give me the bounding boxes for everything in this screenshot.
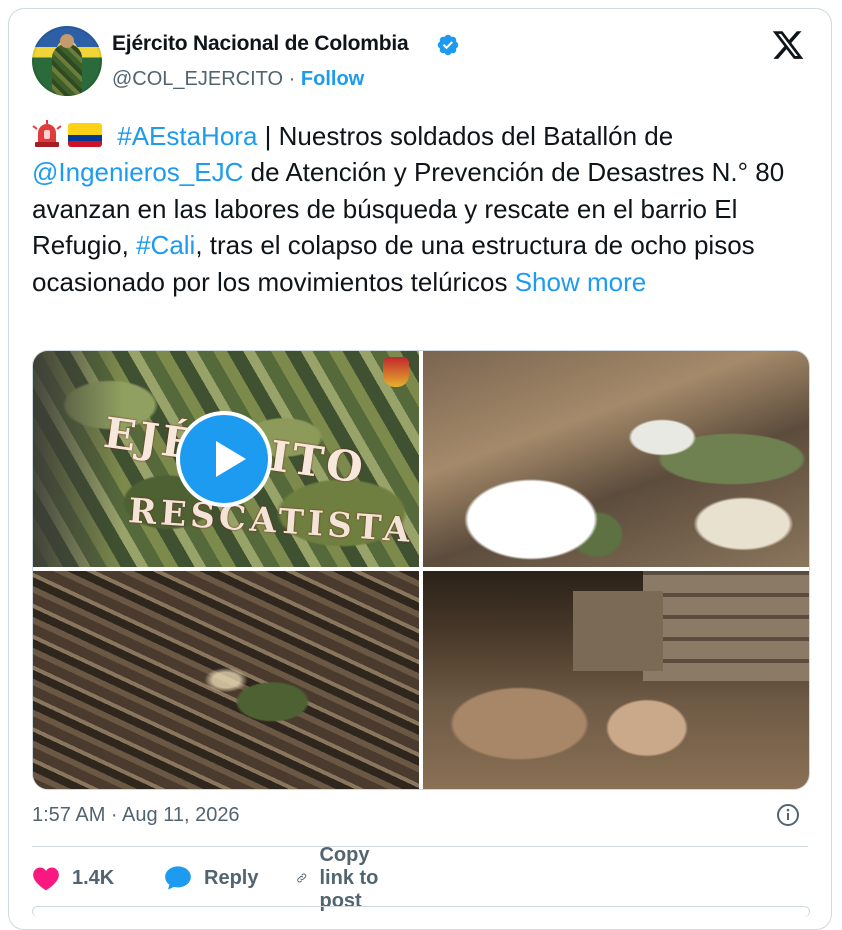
author-handle[interactable]: @COL_EJERCITO <box>112 68 283 90</box>
verified-badge-icon <box>437 34 459 56</box>
tweet-link[interactable]: #AEstaHora <box>117 121 257 151</box>
tweet-text: #AEstaHora | Nuestros soldados del Batal… <box>32 118 812 300</box>
tweet-timestamp[interactable]: 1:57 AM · Aug 11, 2026 <box>32 804 240 827</box>
heart-icon <box>33 867 59 891</box>
media-photo-3[interactable] <box>33 571 419 789</box>
separator-dot: · <box>288 68 296 90</box>
follow-button[interactable]: Follow <box>301 68 364 90</box>
copy-link-label: Copy link to post <box>319 843 379 912</box>
author-name[interactable]: Ejército Nacional de Colombia <box>112 32 409 56</box>
tweet-text-segment: | Nuestros soldados del Batallón de <box>257 121 674 151</box>
reply-label: Reply <box>204 866 259 889</box>
like-button[interactable]: 1.4K <box>32 860 114 896</box>
colombia-flag-emoji-icon <box>68 123 102 147</box>
link-icon <box>297 873 307 883</box>
comment-icon <box>165 866 191 890</box>
copy-link-button[interactable]: Copy link to post <box>296 844 386 912</box>
media-photo-2[interactable] <box>423 351 809 567</box>
reply-button[interactable]: Reply <box>164 860 258 896</box>
author-avatar[interactable] <box>32 26 102 96</box>
media-photo-4[interactable] <box>423 571 809 789</box>
video-overlay-text-2: RESCATISTA <box>126 491 415 551</box>
likes-count: 1.4K <box>72 866 115 889</box>
tweet-link[interactable]: #Cali <box>136 230 195 260</box>
army-crest-icon <box>383 357 409 387</box>
tweet-link[interactable]: @Ingenieros_EJC <box>32 157 243 187</box>
read-replies-button[interactable] <box>32 906 810 917</box>
divider <box>32 846 808 847</box>
media-video-thumbnail[interactable]: EJÉRCITO RESCATISTA <box>33 351 419 567</box>
play-icon[interactable] <box>176 411 272 507</box>
media-grid: EJÉRCITO RESCATISTA <box>32 350 810 790</box>
tweet-body: #AEstaHora | Nuestros soldados del Batal… <box>32 121 784 297</box>
siren-emoji-icon <box>32 120 62 148</box>
info-icon[interactable] <box>776 803 800 827</box>
show-more-link[interactable]: Show more <box>515 267 647 297</box>
author-handle-row: @COL_EJERCITO · Follow <box>112 68 364 91</box>
x-logo-icon[interactable] <box>770 28 806 62</box>
